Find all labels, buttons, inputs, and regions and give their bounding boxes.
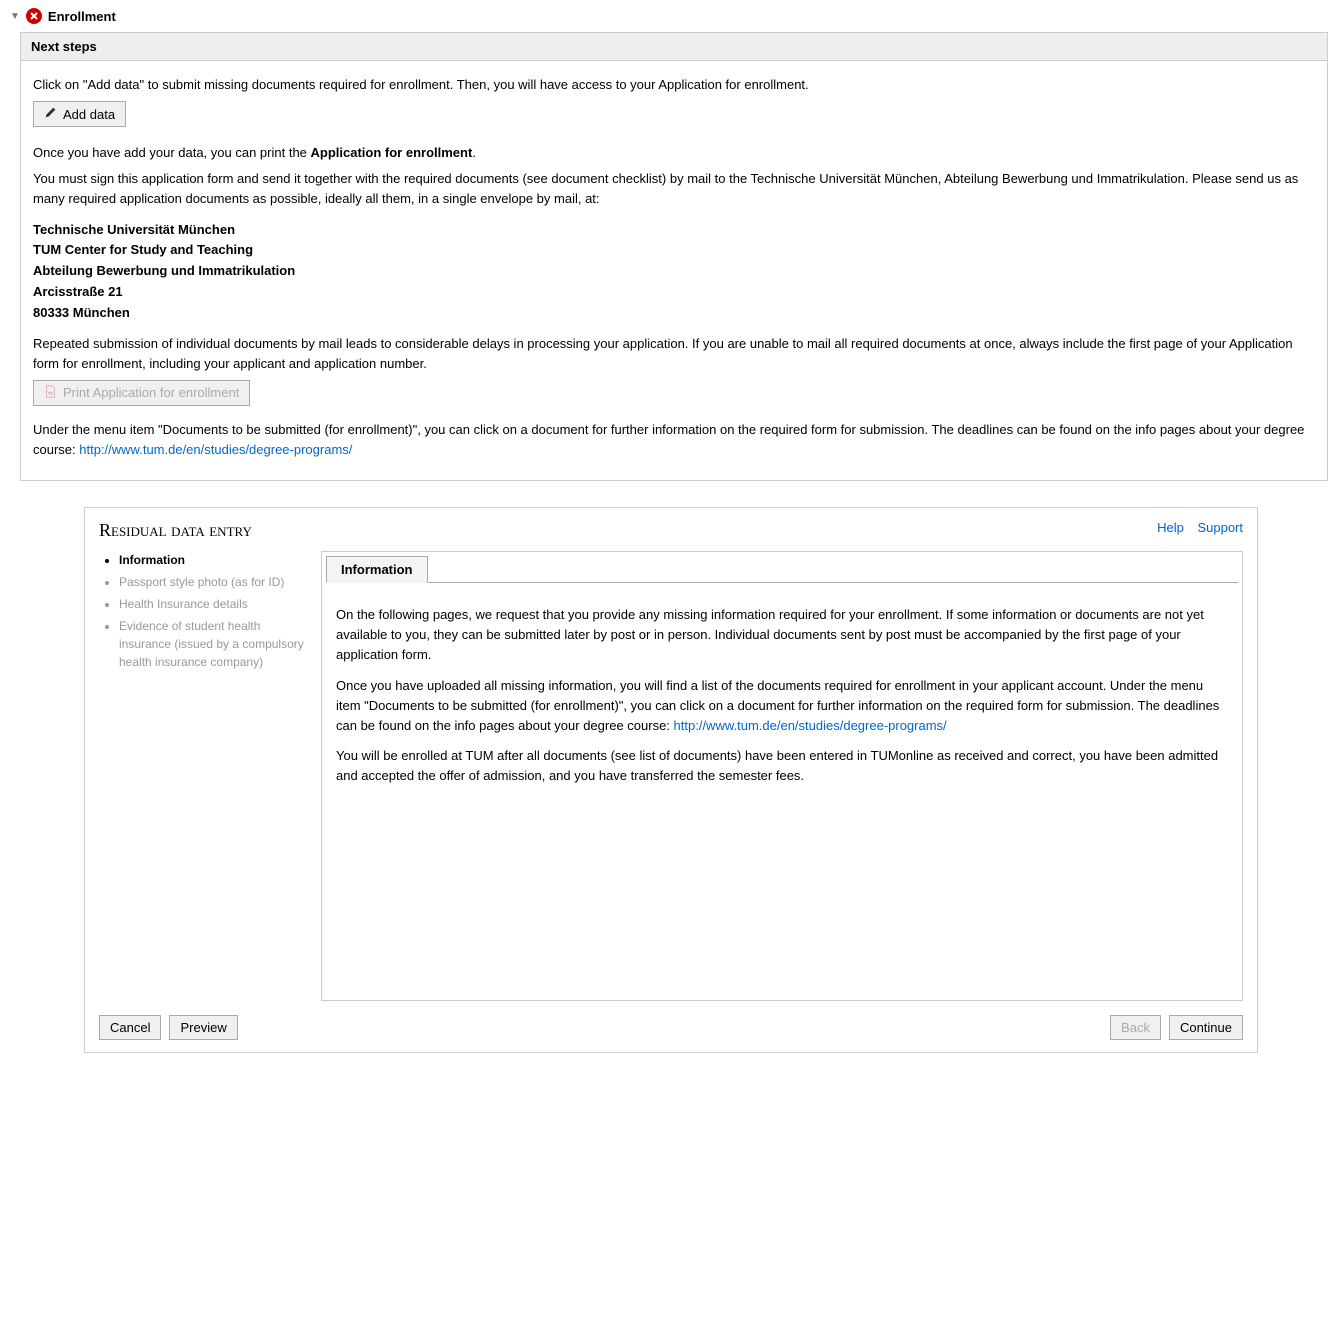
sidebar-item-information[interactable]: Information (119, 551, 309, 569)
next-steps-panel: Next steps Click on "Add data" to submit… (20, 32, 1328, 481)
add-data-button[interactable]: Add data (33, 101, 126, 127)
print-application-button: Print Application for enrollment (33, 380, 250, 406)
degree-programs-link-2[interactable]: http://www.tum.de/en/studies/degree-prog… (674, 718, 947, 733)
residual-content-area: Information On the following pages, we r… (321, 551, 1243, 1001)
next-steps-body: Click on "Add data" to submit missing do… (21, 61, 1327, 480)
info-p3: You will be enrolled at TUM after all do… (336, 746, 1228, 786)
address-line-4: Arcisstraße 21 (33, 282, 1315, 303)
info-p2: Once you have uploaded all missing infor… (336, 676, 1228, 736)
pdf-icon (44, 385, 57, 401)
cancel-button[interactable]: Cancel (99, 1015, 161, 1040)
add-data-label: Add data (63, 107, 115, 122)
disclosure-triangle-icon[interactable]: ▼ (10, 11, 20, 22)
help-link[interactable]: Help (1157, 520, 1184, 535)
degree-programs-link[interactable]: http://www.tum.de/en/studies/degree-prog… (79, 442, 352, 457)
info-p1: On the following pages, we request that … (336, 605, 1228, 665)
enrollment-title: Enrollment (48, 9, 116, 24)
address-line-3: Abteilung Bewerbung und Immatrikulation (33, 261, 1315, 282)
para2-suffix: . (472, 145, 476, 160)
address-line-1: Technische Universität München (33, 220, 1315, 241)
address-line-5: 80333 München (33, 303, 1315, 324)
residual-sidebar: Information Passport style photo (as for… (99, 551, 309, 1001)
intro-text: Click on "Add data" to submit missing do… (33, 75, 1315, 95)
pencil-icon (44, 106, 57, 122)
repeated-submission-note: Repeated submission of individual docume… (33, 334, 1315, 374)
continue-button[interactable]: Continue (1169, 1015, 1243, 1040)
next-steps-header: Next steps (21, 33, 1327, 61)
top-links: Help Support (1147, 520, 1243, 535)
residual-title: Residual data entry (99, 520, 1243, 541)
para2-bold: Application for enrollment (311, 145, 473, 160)
residual-data-entry-panel: Residual data entry Help Support Informa… (84, 507, 1258, 1053)
print-intro: Once you have add your data, you can pri… (33, 143, 1315, 163)
deadline-info: Under the menu item "Documents to be sub… (33, 420, 1315, 460)
tab-information-content: On the following pages, we request that … (326, 582, 1238, 996)
para2-prefix: Once you have add your data, you can pri… (33, 145, 311, 160)
address-line-2: TUM Center for Study and Teaching (33, 240, 1315, 261)
sidebar-item-health-evidence[interactable]: Evidence of student health insurance (is… (119, 617, 309, 671)
mail-instructions: You must sign this application form and … (33, 169, 1315, 209)
sidebar-item-photo[interactable]: Passport style photo (as for ID) (119, 573, 309, 591)
error-circle-icon (26, 8, 42, 24)
support-link[interactable]: Support (1197, 520, 1243, 535)
button-bar: Cancel Preview Back Continue (99, 1015, 1243, 1040)
tab-information[interactable]: Information (326, 556, 428, 583)
mailing-address: Technische Universität München TUM Cente… (33, 220, 1315, 324)
preview-button[interactable]: Preview (169, 1015, 237, 1040)
sidebar-item-health-details[interactable]: Health Insurance details (119, 595, 309, 613)
enrollment-panel-header: ▼ Enrollment (6, 6, 1328, 26)
print-application-label: Print Application for enrollment (63, 385, 239, 400)
back-button: Back (1110, 1015, 1161, 1040)
